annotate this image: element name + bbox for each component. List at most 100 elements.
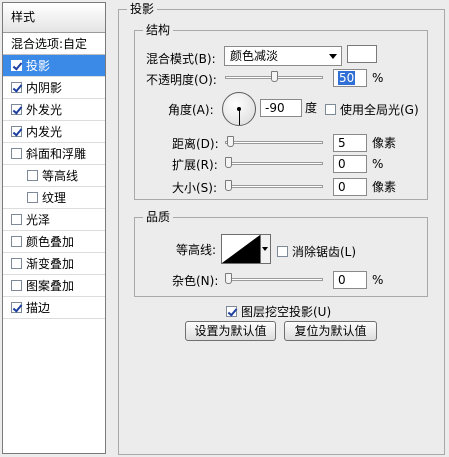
structure-title: 结构 <box>143 23 174 37</box>
spread-unit: % <box>372 157 384 171</box>
angle-hub <box>237 107 241 111</box>
spread-row: 扩展(R): <box>172 155 218 173</box>
antialias-checkbox[interactable]: 消除锯齿(L) <box>277 242 356 260</box>
spread-input[interactable]: 0 <box>333 155 367 173</box>
spread-label: 扩展(R): <box>172 157 218 172</box>
noise-input[interactable]: 0 <box>333 271 367 289</box>
style-item[interactable]: 颜色叠加 <box>3 231 105 253</box>
style-item-checkbox[interactable] <box>11 302 22 313</box>
style-item[interactable]: 等高线 <box>3 165 105 187</box>
shadow-color-swatch[interactable] <box>347 45 377 63</box>
knockout-label: 图层挖空投影(U) <box>241 304 332 319</box>
noise-row: 杂色(N): <box>172 271 218 289</box>
spread-slider-thumb[interactable] <box>225 157 232 168</box>
distance-label: 距离(D): <box>172 136 219 151</box>
style-item-checkbox[interactable] <box>11 236 22 247</box>
reset-default-button[interactable]: 复位为默认值 <box>284 321 377 341</box>
size-row: 大小(S): <box>172 178 217 196</box>
angle-input[interactable]: -90 <box>260 99 302 117</box>
style-item-label: 光泽 <box>26 212 51 227</box>
style-item[interactable]: 光泽 <box>3 209 105 231</box>
size-slider-track[interactable] <box>225 185 323 188</box>
size-slider-thumb[interactable] <box>225 180 232 191</box>
style-item-label: 内发光 <box>26 124 63 139</box>
noise-unit: % <box>372 273 384 287</box>
antialias-check <box>277 245 288 257</box>
contour-label: 等高线: <box>176 242 217 257</box>
quality-title: 品质 <box>143 210 174 224</box>
style-item-checkbox[interactable] <box>11 258 22 269</box>
global-light-label: 使用全局光(G) <box>340 102 419 117</box>
style-item-checkbox[interactable] <box>27 192 38 203</box>
style-item-checkbox[interactable] <box>11 82 22 93</box>
style-item[interactable]: 图案叠加 <box>3 275 105 297</box>
set-default-button[interactable]: 设置为默认值 <box>185 321 276 341</box>
style-item-checkbox[interactable] <box>11 126 22 137</box>
opacity-slider-thumb[interactable] <box>270 71 278 82</box>
style-item[interactable]: 纹理 <box>3 187 105 209</box>
style-item[interactable]: 描边 <box>3 297 105 319</box>
contour-row: 等高线: <box>176 240 216 258</box>
noise-slider-track[interactable] <box>225 278 323 281</box>
distance-row: 距离(D): <box>172 134 219 152</box>
distance-input[interactable]: 5 <box>333 134 367 152</box>
blending-options-label: 混合选项:自定 <box>11 36 88 51</box>
style-item-label: 投影 <box>26 58 51 73</box>
drop-shadow-title: 投影 <box>127 2 158 16</box>
opacity-label: 不透明度(O): <box>146 72 217 87</box>
contour-curve-icon <box>222 235 260 263</box>
knockout-check <box>226 305 237 317</box>
style-item-label: 描边 <box>26 300 51 315</box>
spread-slider-track[interactable] <box>225 162 323 165</box>
distance-slider-thumb[interactable] <box>226 136 234 147</box>
style-item-checkbox[interactable] <box>11 280 22 291</box>
distance-unit: 像素 <box>372 136 397 150</box>
style-item[interactable]: 外发光 <box>3 99 105 121</box>
style-item-checkbox[interactable] <box>11 214 22 225</box>
opacity-row: 不透明度(O): <box>146 70 217 88</box>
blend-mode-value: 颜色减淡 <box>230 49 279 63</box>
style-item[interactable]: 斜面和浮雕 <box>3 143 105 165</box>
style-item-checkbox[interactable] <box>11 148 22 159</box>
style-item-label: 内阴影 <box>26 80 63 95</box>
angle-label: 角度(A): <box>168 102 214 117</box>
size-input[interactable]: 0 <box>333 178 367 196</box>
style-item[interactable]: 内阴影 <box>3 77 105 99</box>
global-light-check <box>325 103 336 115</box>
distance-value: 5 <box>338 136 346 150</box>
blending-options-item[interactable]: 混合选项:自定 <box>3 33 105 55</box>
style-item[interactable]: 渐变叠加 <box>3 253 105 275</box>
style-item[interactable]: 内发光 <box>3 121 105 143</box>
blend-mode-label: 混合模式(B): <box>146 51 216 66</box>
style-item-label: 渐变叠加 <box>26 256 75 271</box>
global-light-checkbox[interactable]: 使用全局光(G) <box>325 100 419 118</box>
chevron-down-icon <box>329 54 337 59</box>
contour-picker[interactable] <box>221 234 261 264</box>
style-list: 投影内阴影外发光内发光斜面和浮雕 等高线纹理光泽颜色叠加渐变叠加图案叠加描边 <box>3 55 105 319</box>
angle-value: -90 <box>265 101 285 115</box>
style-item-label: 外发光 <box>26 102 63 117</box>
style-item-checkbox[interactable] <box>11 60 22 71</box>
blend-mode-row: 混合模式(B): <box>146 48 216 68</box>
blend-mode-select[interactable]: 颜色减淡 <box>224 46 342 66</box>
noise-slider-thumb[interactable] <box>225 273 232 284</box>
styles-panel: 样式 混合选项:自定 投影 内阴影 外发光 内发光 斜面和浮雕 等高线 纹理 光泽 颜色叠加 渐变… <box>2 2 106 454</box>
opacity-value: 50 <box>338 71 356 85</box>
style-item-label: 图案叠加 <box>26 278 75 293</box>
spread-value: 0 <box>338 157 346 171</box>
angle-dial[interactable] <box>222 92 256 126</box>
style-item-label: 纹理 <box>42 190 67 205</box>
angle-row: 角度(A): <box>168 100 214 118</box>
knockout-checkbox[interactable]: 图层挖空投影(U) <box>226 302 331 320</box>
style-item-checkbox[interactable] <box>11 104 22 115</box>
size-value: 0 <box>338 180 346 194</box>
style-item-label: 颜色叠加 <box>26 234 75 249</box>
chevron-down-icon <box>262 247 268 251</box>
style-item[interactable]: 投影 <box>3 55 105 77</box>
opacity-input[interactable]: 50 <box>333 69 367 87</box>
contour-dropdown-button[interactable] <box>261 234 271 264</box>
style-item-checkbox[interactable] <box>27 170 38 181</box>
noise-label: 杂色(N): <box>172 273 219 288</box>
distance-slider-track[interactable] <box>225 141 323 144</box>
size-unit: 像素 <box>372 180 397 194</box>
